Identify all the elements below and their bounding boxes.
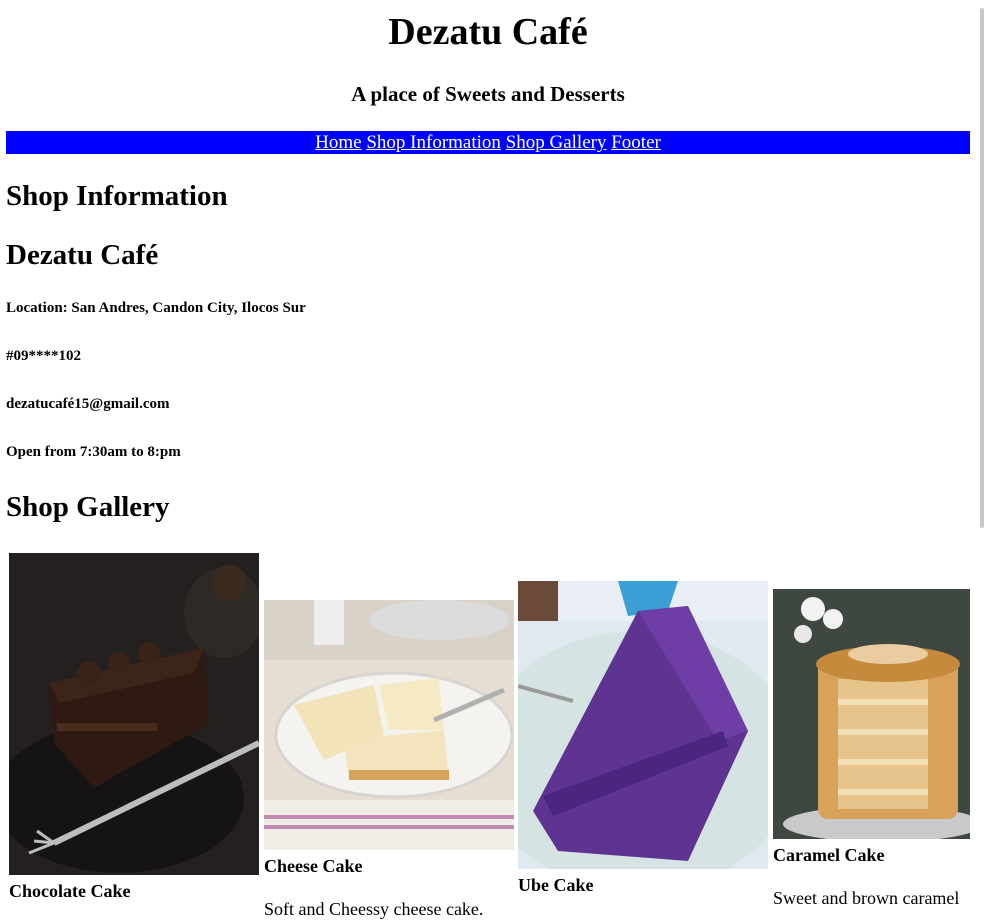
shop-phone: #09****102 xyxy=(6,348,81,364)
nav-link-shop-information[interactable]: Shop Information xyxy=(366,132,501,153)
scrollbar-thumb[interactable] xyxy=(980,8,984,528)
gallery-item-ube-cake: Ube Cake xyxy=(518,581,768,896)
caramel-cake-image xyxy=(773,589,980,839)
nav-link-footer[interactable]: Footer xyxy=(611,132,661,153)
gallery-item-caramel-cake: Caramel Cake Sweet and brown caramel xyxy=(773,589,980,909)
gallery-item-chocolate-cake: Chocolate Cake xyxy=(9,553,259,902)
gallery-description: Sweet and brown caramel xyxy=(773,888,960,908)
gallery-caption: Caramel Cake xyxy=(773,845,885,865)
shop-email: dezatucafé15@gmail.com xyxy=(6,396,170,412)
cheese-cake-image xyxy=(264,600,514,850)
shop-gallery-heading: Shop Gallery xyxy=(6,491,170,523)
ube-cake-image xyxy=(518,581,768,869)
shop-information-heading: Shop Information xyxy=(6,180,228,212)
nav-link-shop-gallery[interactable]: Shop Gallery xyxy=(506,132,607,153)
gallery-description: Soft and Cheessy cheese cake. xyxy=(264,899,484,919)
nav-link-home[interactable]: Home xyxy=(315,132,361,153)
gallery-item-cheese-cake: Cheese Cake Soft and Cheessy cheese cake… xyxy=(264,600,514,920)
gallery-caption: Ube Cake xyxy=(518,875,594,895)
shop-hours: Open from 7:30am to 8:pm xyxy=(6,444,181,460)
chocolate-cake-image xyxy=(9,553,259,875)
site-tagline: A place of Sweets and Desserts xyxy=(351,82,625,106)
shop-name-heading: Dezatu Café xyxy=(6,239,159,271)
page-scrollbar[interactable] xyxy=(970,0,986,915)
gallery-caption: Cheese Cake xyxy=(264,856,363,876)
shop-location: Location: San Andres, Candon City, Iloco… xyxy=(6,300,306,316)
nav-bar: Home Shop Information Shop Gallery Foote… xyxy=(6,131,970,154)
gallery-caption: Chocolate Cake xyxy=(9,881,131,901)
site-title: Dezatu Café xyxy=(388,11,588,53)
